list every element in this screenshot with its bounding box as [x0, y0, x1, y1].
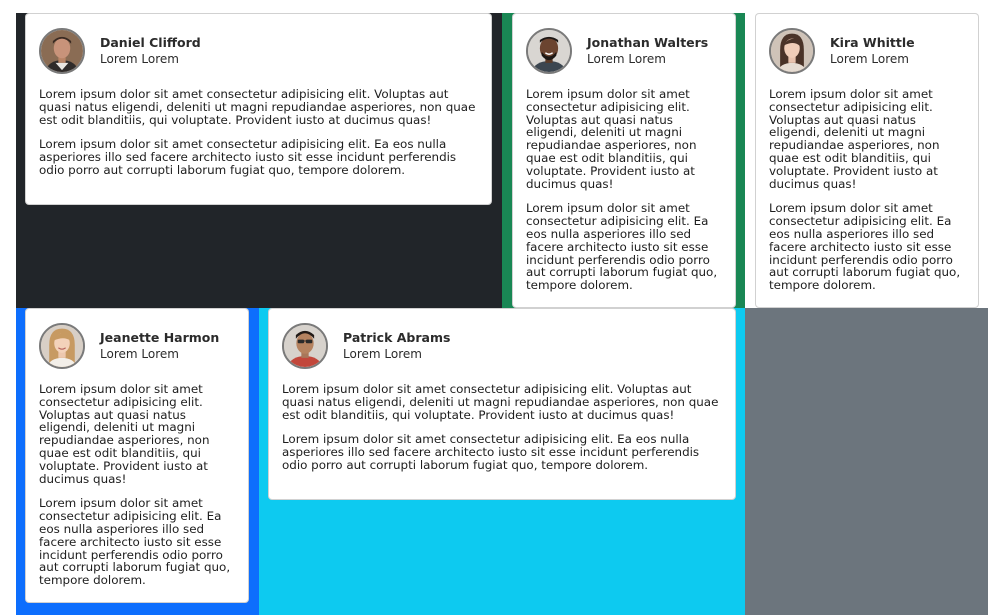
author-name: Daniel Clifford	[100, 35, 201, 50]
author-name: Jonathan Walters	[587, 35, 709, 50]
author-name: Kira Whittle	[830, 35, 915, 50]
card-header: Jeanette Harmon Lorem Lorem	[39, 321, 235, 371]
man-portrait-icon	[41, 30, 83, 72]
testimonial-paragraph-2: Lorem ipsum dolor sit amet consectetur a…	[39, 137, 457, 177]
card-header: Daniel Clifford Lorem Lorem	[39, 26, 478, 76]
avatar	[39, 28, 85, 74]
avatar	[282, 323, 328, 369]
author-info: Jeanette Harmon Lorem Lorem	[100, 329, 219, 363]
author-role: Lorem Lorem	[100, 52, 179, 66]
testimonial-paragraph-1: Lorem ipsum dolor sit amet consectetur a…	[39, 87, 476, 127]
author-name: Patrick Abrams	[343, 330, 451, 345]
testimonial-paragraph-1: Lorem ipsum dolor sit amet consectetur a…	[526, 87, 697, 191]
testimonial-card-kira-whittle: Kira Whittle Lorem Lorem Lorem ipsum dol…	[755, 13, 979, 308]
man-portrait-icon	[528, 30, 570, 72]
testimonial-card-patrick-abrams: Patrick Abrams Lorem Lorem Lorem ipsum d…	[268, 308, 736, 500]
woman-portrait-icon	[41, 325, 83, 367]
author-role: Lorem Lorem	[587, 52, 666, 66]
author-info: Kira Whittle Lorem Lorem	[830, 34, 915, 68]
avatar	[526, 28, 572, 74]
testimonial-card-daniel-clifford: Daniel Clifford Lorem Lorem Lorem ipsum …	[25, 13, 492, 205]
author-role: Lorem Lorem	[343, 347, 422, 361]
testimonial-card-jonathan-walters: Jonathan Walters Lorem Lorem Lorem ipsum…	[512, 13, 736, 308]
author-info: Patrick Abrams Lorem Lorem	[343, 329, 450, 363]
author-info: Daniel Clifford Lorem Lorem	[100, 34, 201, 68]
card-header: Jonathan Walters Lorem Lorem	[526, 26, 722, 76]
card-header: Patrick Abrams Lorem Lorem	[282, 321, 722, 371]
testimonial-paragraph-2: Lorem ipsum dolor sit amet consectetur a…	[526, 201, 718, 293]
testimonial-paragraph-1: Lorem ipsum dolor sit amet consectetur a…	[39, 382, 210, 486]
testimonial-paragraph-1: Lorem ipsum dolor sit amet consectetur a…	[769, 87, 940, 191]
man-portrait-icon	[284, 325, 326, 367]
testimonial-paragraph-2: Lorem ipsum dolor sit amet consectetur a…	[282, 432, 700, 472]
testimonial-card-jeanette-harmon: Jeanette Harmon Lorem Lorem Lorem ipsum …	[25, 308, 249, 603]
avatar	[769, 28, 815, 74]
author-role: Lorem Lorem	[100, 347, 179, 361]
author-name: Jeanette Harmon	[100, 330, 220, 345]
author-role: Lorem Lorem	[830, 52, 909, 66]
testimonial-paragraph-1: Lorem ipsum dolor sit amet consectetur a…	[282, 382, 719, 422]
testimonial-paragraph-2: Lorem ipsum dolor sit amet consectetur a…	[39, 496, 231, 588]
testimonials-grid: Daniel Clifford Lorem Lorem Lorem ipsum …	[0, 0, 1002, 615]
avatar	[39, 323, 85, 369]
woman-portrait-icon	[771, 30, 813, 72]
card-header: Kira Whittle Lorem Lorem	[769, 26, 965, 76]
author-info: Jonathan Walters Lorem Lorem	[587, 34, 708, 68]
testimonial-paragraph-2: Lorem ipsum dolor sit amet consectetur a…	[769, 201, 961, 293]
panel-gray	[745, 308, 988, 615]
